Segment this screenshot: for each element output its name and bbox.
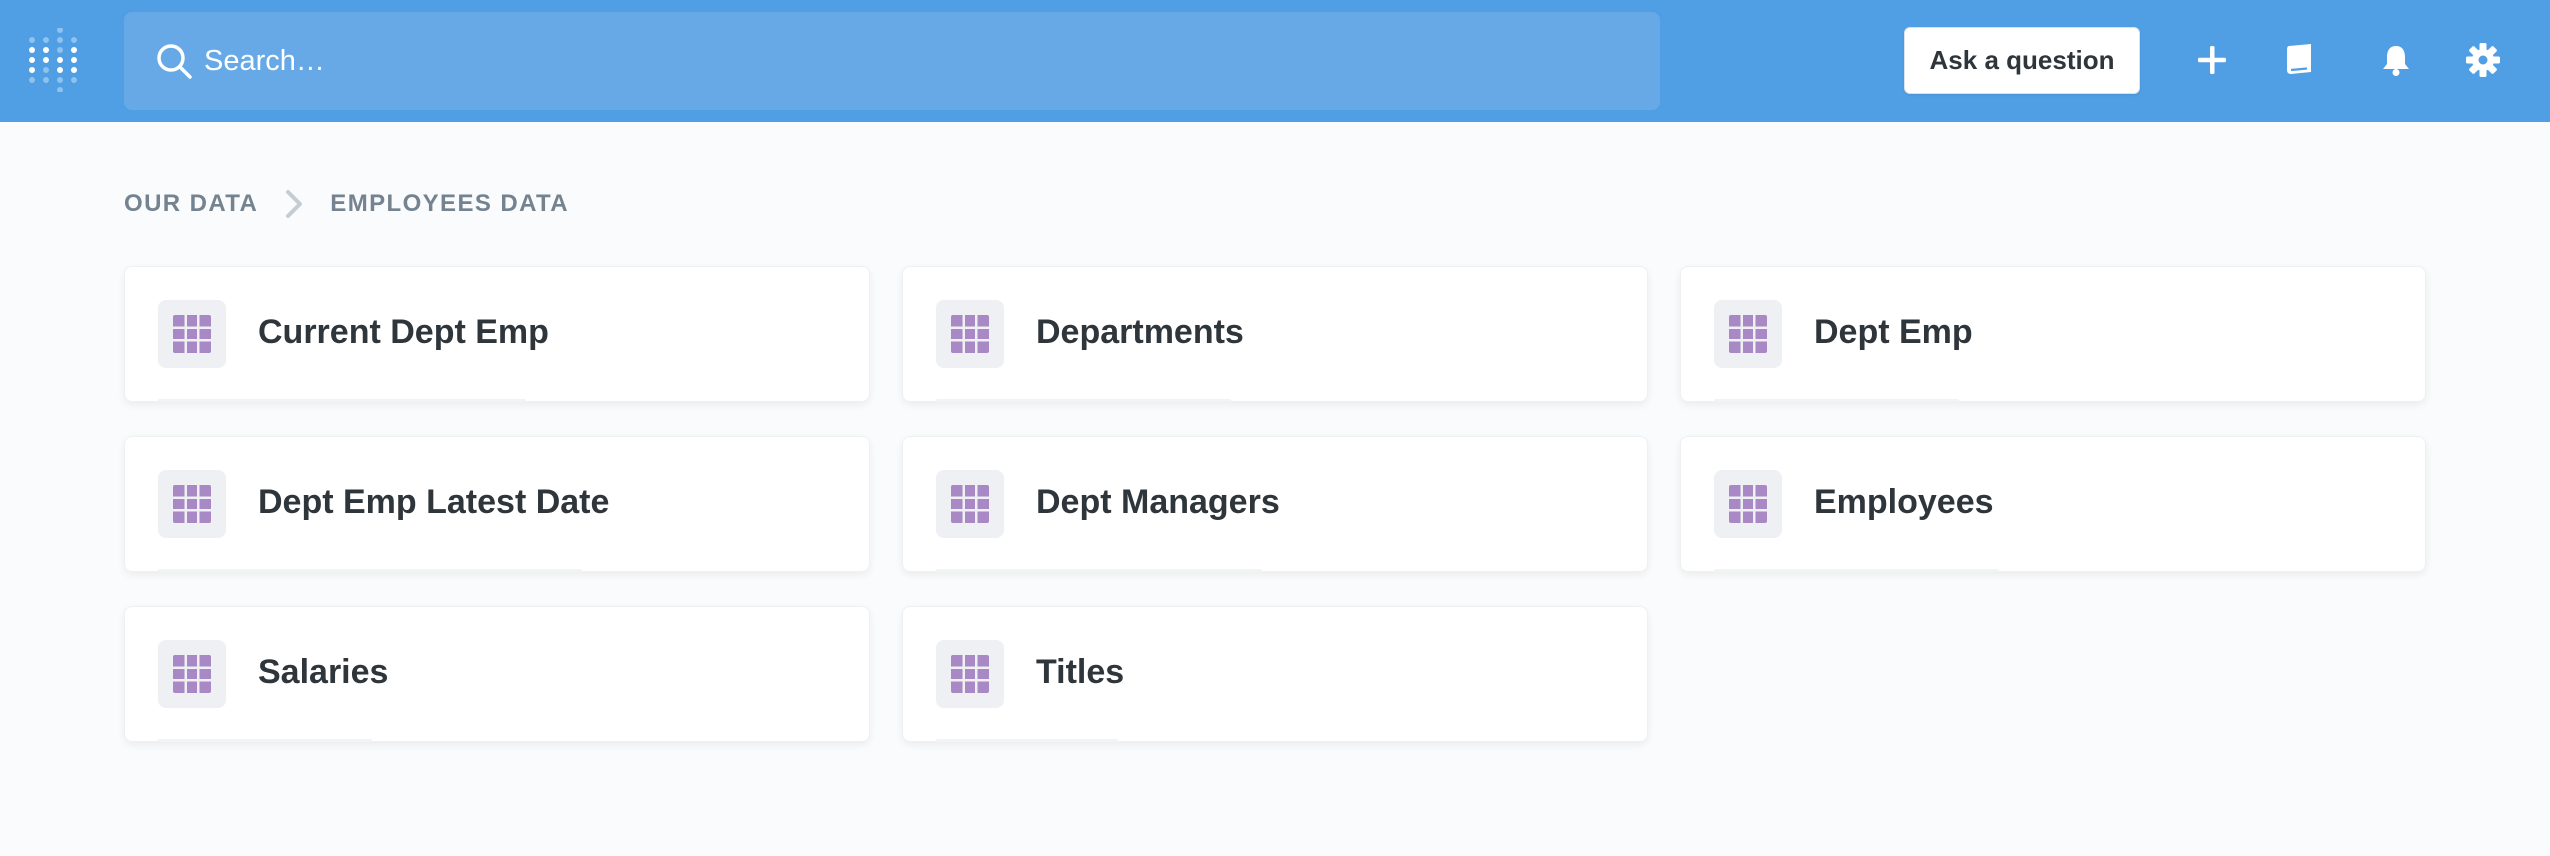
table-card[interactable]: Salaries xyxy=(124,606,870,742)
chevron-right-icon xyxy=(280,188,308,220)
table-card-label: Dept Emp Latest Date xyxy=(258,483,610,521)
table-grid-icon xyxy=(158,470,226,538)
table-grid-icon xyxy=(936,470,1004,538)
table-grid-icon xyxy=(1714,300,1782,368)
table-card[interactable]: Titles xyxy=(902,606,1648,742)
bell-icon[interactable] xyxy=(2374,38,2418,82)
table-card-label: Departments xyxy=(1036,313,1244,351)
breadcrumb: OUR DATA EMPLOYEES DATA xyxy=(124,188,569,220)
table-grid-icon xyxy=(1714,470,1782,538)
table-card-label: Current Dept Emp xyxy=(258,313,549,351)
search-icon xyxy=(154,41,194,81)
search-bar[interactable] xyxy=(124,12,1660,110)
table-grid-icon xyxy=(158,640,226,708)
table-card-label: Dept Emp xyxy=(1814,313,1973,351)
logo-icon[interactable] xyxy=(28,27,84,93)
table-card-label: Salaries xyxy=(258,653,389,691)
search-input[interactable] xyxy=(204,34,1624,88)
table-card[interactable]: Dept Emp xyxy=(1680,266,2426,402)
table-grid-icon xyxy=(158,300,226,368)
table-card[interactable]: Departments xyxy=(902,266,1648,402)
ask-question-button[interactable]: Ask a question xyxy=(1904,27,2140,94)
table-card-label: Employees xyxy=(1814,483,1994,521)
breadcrumb-current: EMPLOYEES DATA xyxy=(330,190,570,217)
plus-icon[interactable] xyxy=(2190,38,2234,82)
table-card[interactable]: Dept Managers xyxy=(902,436,1648,572)
table-card-label: Dept Managers xyxy=(1036,483,1280,521)
table-grid-icon xyxy=(936,640,1004,708)
book-icon[interactable] xyxy=(2278,38,2322,82)
table-card-grid: Current Dept Emp Departments Dept Emp De… xyxy=(124,266,2426,742)
table-grid-icon xyxy=(936,300,1004,368)
breadcrumb-our-data-link[interactable]: OUR DATA xyxy=(124,190,258,218)
table-card[interactable]: Current Dept Emp xyxy=(124,266,870,402)
table-card-label: Titles xyxy=(1036,653,1125,691)
table-card[interactable]: Employees xyxy=(1680,436,2426,572)
table-card[interactable]: Dept Emp Latest Date xyxy=(124,436,870,572)
gear-icon[interactable] xyxy=(2461,38,2505,82)
top-navbar: Ask a question xyxy=(0,0,2550,122)
